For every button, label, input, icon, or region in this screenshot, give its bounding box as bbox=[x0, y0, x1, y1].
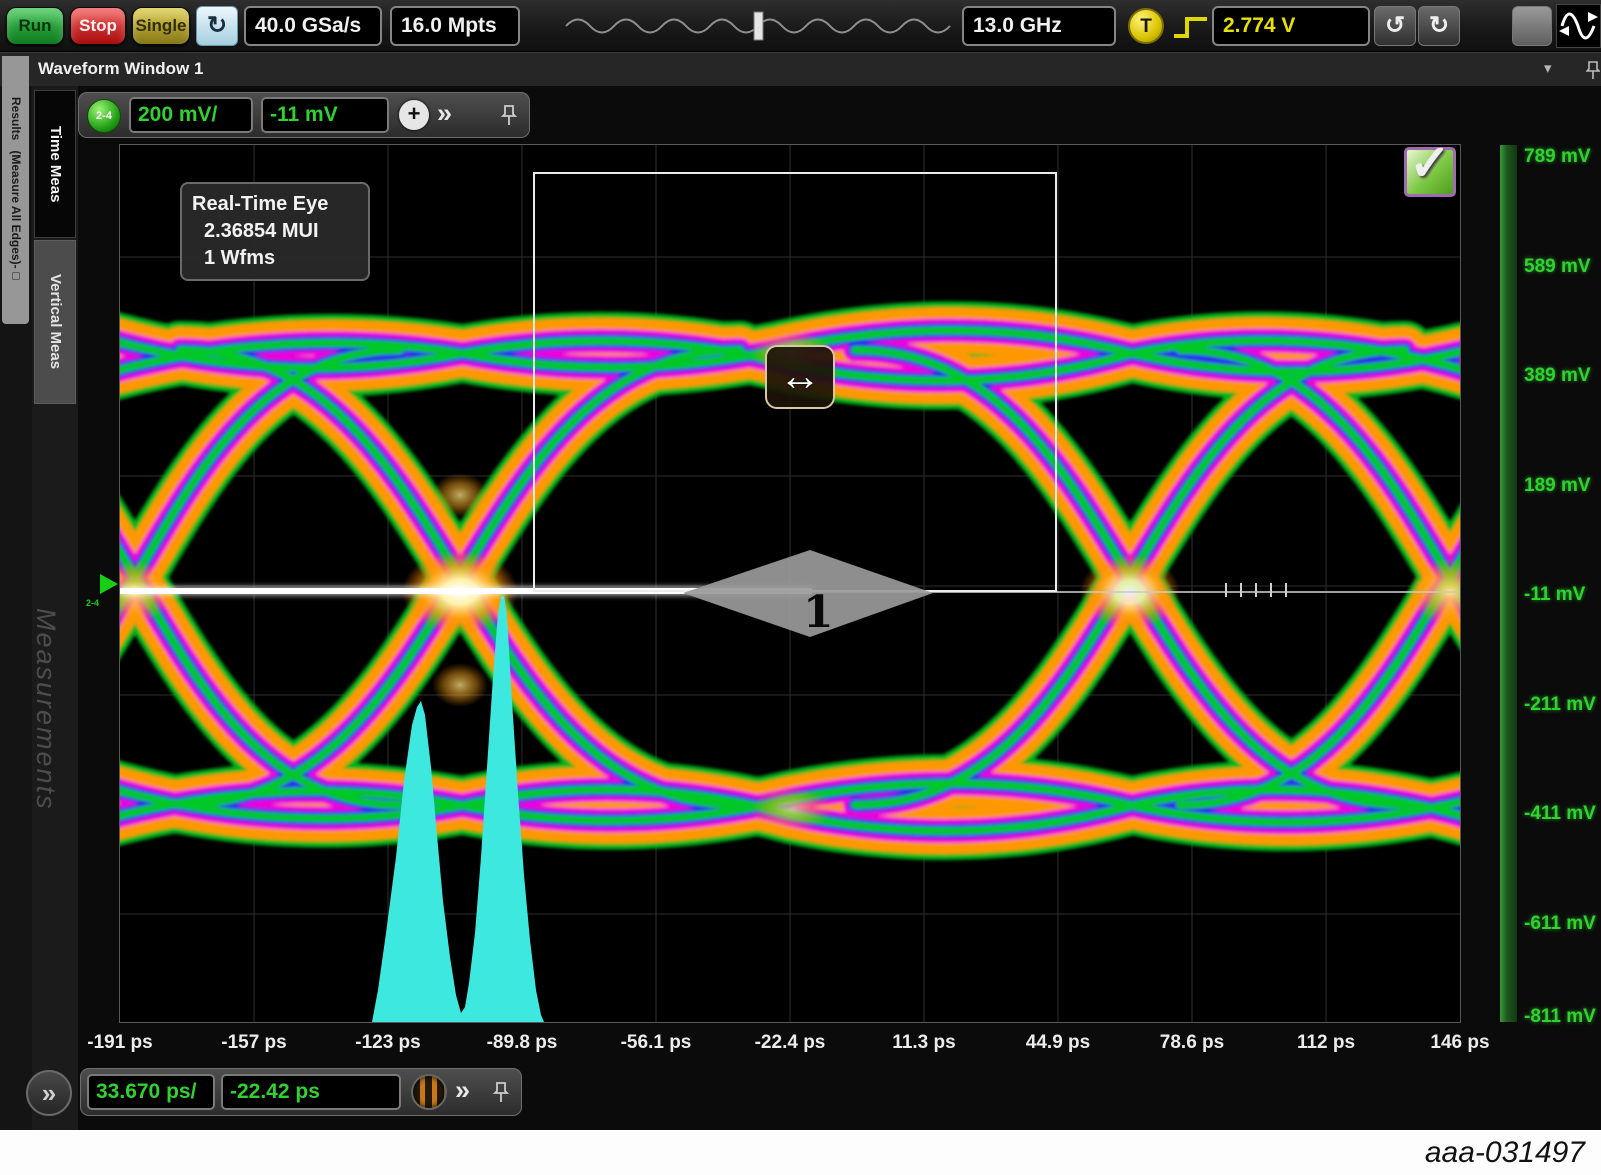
stop-button[interactable]: Stop bbox=[70, 7, 126, 45]
trigger-slope-icon bbox=[1170, 12, 1212, 42]
x-axis-label: 78.6 ps bbox=[1137, 1032, 1247, 1054]
x-axis-label: -89.8 ps bbox=[467, 1032, 577, 1054]
expand-panel-button[interactable]: » bbox=[26, 1070, 72, 1116]
marker-diamond[interactable]: 1 bbox=[673, 545, 943, 641]
channel-badge[interactable]: 2-4 bbox=[87, 99, 121, 133]
sine-arrows-icon bbox=[1557, 5, 1600, 47]
window-titlebar: Waveform Window 1 ▾ bbox=[0, 52, 1601, 86]
vertical-gauge-bar bbox=[1500, 145, 1517, 1022]
y-axis-label: -611 mV bbox=[1524, 913, 1596, 935]
redo-icon: ↻ bbox=[1429, 12, 1449, 39]
refresh-icon: ↻ bbox=[207, 12, 227, 39]
vertical-scale-field[interactable]: 200 mV/ bbox=[129, 97, 253, 133]
results-tab[interactable]: Results (Measure All Edges)-□ bbox=[2, 56, 29, 324]
ground-marker-icon[interactable] bbox=[100, 574, 118, 594]
oscilloscope-app: Run Stop Single ↻ 40.0 GSa/s 16.0 Mpts 1… bbox=[0, 0, 1601, 1175]
x-axis-label: -191 ps bbox=[65, 1032, 175, 1054]
slider-handle[interactable] bbox=[754, 12, 763, 40]
timebase-scale-field[interactable]: 33.670 ps/ bbox=[87, 1074, 215, 1110]
eye-info-box: Real-Time Eye 2.36854 MUI 1 Wfms bbox=[180, 182, 370, 281]
eye-info-mui: 2.36854 MUI bbox=[192, 218, 358, 245]
figure-strip: aaa-031497 bbox=[0, 1130, 1601, 1175]
y-axis-label: 589 mV bbox=[1524, 256, 1591, 278]
y-axis-label: -811 mV bbox=[1524, 1006, 1596, 1028]
window-pin-icon[interactable] bbox=[1586, 60, 1600, 80]
y-axis-label: -211 mV bbox=[1524, 694, 1596, 716]
memory-depth-field[interactable]: 16.0 Mpts bbox=[390, 6, 520, 46]
horizontal-settings-button[interactable] bbox=[1512, 6, 1552, 46]
x-axis-label: 112 ps bbox=[1271, 1032, 1381, 1054]
ground-marker-label: 2-4 bbox=[86, 598, 99, 608]
undo-icon: ↺ bbox=[1385, 12, 1405, 39]
single-button[interactable]: Single bbox=[132, 7, 190, 45]
sample-rate-field[interactable]: 40.0 GSa/s bbox=[244, 6, 382, 46]
y-axis-label: 789 mV bbox=[1524, 146, 1591, 168]
redo-button[interactable]: ↻ bbox=[1418, 6, 1460, 46]
y-axis-label: -411 mV bbox=[1524, 803, 1596, 825]
display-enable-checkbox[interactable]: ✓ bbox=[1404, 147, 1456, 197]
horizontal-arrow-icon: ↔ bbox=[779, 352, 821, 399]
x-axis-label: 146 ps bbox=[1405, 1032, 1515, 1054]
horizontal-drag-handle[interactable]: ↔ bbox=[765, 345, 835, 409]
y-axis-label: 389 mV bbox=[1524, 365, 1591, 387]
vertical-offset-field[interactable]: -11 mV bbox=[261, 97, 389, 133]
waveform-scale-button[interactable] bbox=[1556, 4, 1601, 48]
tab-time-meas[interactable]: Time Meas bbox=[34, 90, 76, 238]
trigger-badge[interactable]: T bbox=[1128, 8, 1164, 44]
timebase-pin-icon[interactable] bbox=[493, 1081, 509, 1105]
ruler-tick bbox=[1240, 583, 1242, 597]
expand-chevrons-icon[interactable]: » bbox=[437, 98, 452, 129]
check-icon: ✓ bbox=[1409, 145, 1451, 192]
horizontal-position-slider[interactable] bbox=[562, 9, 954, 43]
x-axis-label: 11.3 ps bbox=[869, 1032, 979, 1054]
top-toolbar: Run Stop Single ↻ 40.0 GSa/s 16.0 Mpts 1… bbox=[0, 0, 1601, 52]
x-axis-label: 44.9 ps bbox=[1003, 1032, 1113, 1054]
add-source-button[interactable]: + bbox=[399, 100, 429, 130]
channel-pin-icon[interactable] bbox=[501, 104, 517, 128]
tab-vertical-meas[interactable]: Vertical Meas bbox=[34, 240, 76, 404]
x-axis-label: -22.4 ps bbox=[735, 1032, 845, 1054]
eye-info-title: Real-Time Eye bbox=[192, 191, 358, 218]
ruler-tick bbox=[1270, 583, 1272, 597]
y-axis-label: 189 mV bbox=[1524, 475, 1591, 497]
channel-control-bar: 2-4 200 mV/ -11 mV + » bbox=[78, 92, 530, 138]
y-axis-label: -11 mV bbox=[1524, 584, 1585, 606]
expand-chevrons-icon[interactable]: » bbox=[455, 1075, 470, 1106]
eye-info-wfms: 1 Wfms bbox=[192, 245, 358, 272]
figure-label: aaa-031497 bbox=[1425, 1136, 1585, 1170]
ruler-tick bbox=[1225, 583, 1227, 597]
ruler-tick bbox=[1285, 583, 1287, 597]
bandwidth-field[interactable]: 13.0 GHz bbox=[962, 6, 1116, 46]
timebase-position-field[interactable]: -22.42 ps bbox=[221, 1074, 401, 1110]
waveform-plot[interactable]: ↔ 1 Real-Time Eye 2.36854 MUI 1 Wfms ✓ bbox=[120, 145, 1460, 1022]
plus-icon: + bbox=[408, 101, 421, 126]
x-axis-label: -123 ps bbox=[333, 1032, 443, 1054]
chevrons-icon: » bbox=[42, 1078, 56, 1108]
window-title: Waveform Window 1 bbox=[38, 59, 203, 79]
x-axis-label: -56.1 ps bbox=[601, 1032, 711, 1054]
ruler-tick bbox=[1255, 583, 1257, 597]
window-menu-chevron-down-icon[interactable]: ▾ bbox=[1544, 59, 1552, 77]
knob-icon[interactable] bbox=[411, 1074, 447, 1110]
trigger-level-field[interactable]: 2.774 V bbox=[1212, 6, 1370, 46]
touch-refresh-button[interactable]: ↻ bbox=[196, 6, 238, 46]
timebase-control-bar: 33.670 ps/ -22.42 ps » bbox=[80, 1068, 522, 1116]
measurements-watermark: Measurements bbox=[30, 608, 61, 811]
run-button[interactable]: Run bbox=[6, 7, 64, 45]
undo-button[interactable]: ↺ bbox=[1374, 6, 1416, 46]
marker-label: 1 bbox=[803, 587, 834, 638]
x-axis-label: -157 ps bbox=[199, 1032, 309, 1054]
